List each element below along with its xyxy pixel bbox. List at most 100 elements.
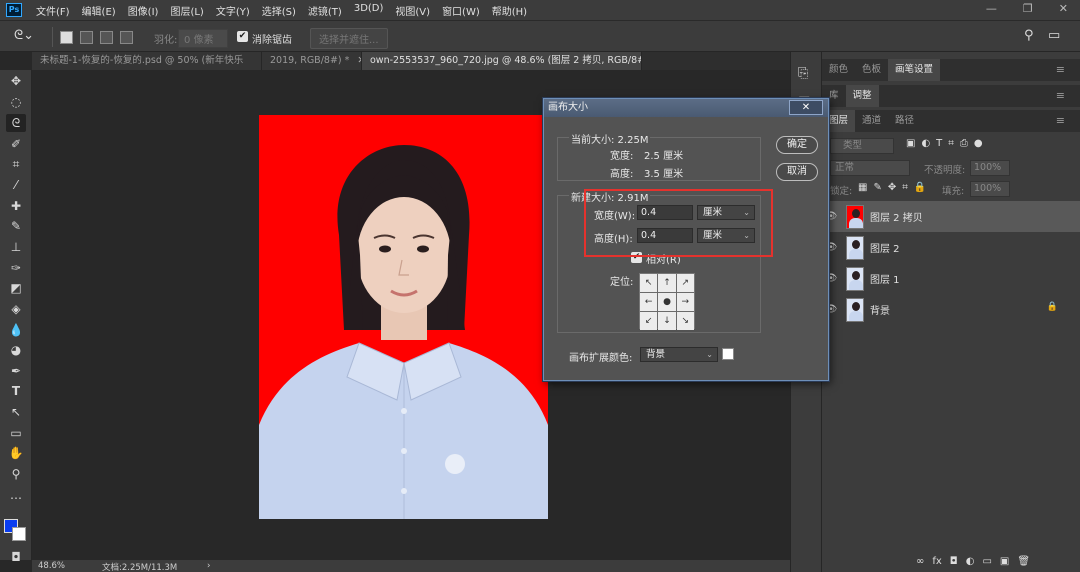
new-layer-icon[interactable]: ▣ [1000, 556, 1009, 567]
menu-item[interactable]: 滤镜(T) [302, 3, 348, 18]
trash-icon[interactable]: 🗑 [1017, 556, 1030, 567]
tab-doc-1-suffix[interactable]: 2019, RGB/8#) *✕ [262, 52, 362, 70]
fx-icon[interactable]: fx [932, 556, 941, 567]
anchor-top-right[interactable]: ↗ [676, 274, 694, 292]
cancel-button[interactable]: 取消 [776, 163, 818, 181]
anchor-center[interactable]: ● [658, 293, 676, 311]
link-layers-icon[interactable]: ∞ [916, 556, 924, 567]
move-tool-icon[interactable]: ✥ [6, 72, 26, 90]
anchor-left[interactable]: ← [640, 293, 658, 311]
layer-row[interactable]: 👁 图层 2 [822, 232, 1080, 263]
menu-item[interactable]: 编辑(E) [76, 3, 122, 18]
ext-color-select[interactable]: 背景 ⌄ [640, 347, 718, 362]
status-bar: 48.6% 文档:2.25M/11.3M › [32, 560, 790, 572]
add-selection-icon[interactable] [80, 31, 93, 44]
tab-doc-2[interactable]: own-2553537_960_720.jpg @ 48.6% (图层 2 拷贝… [362, 52, 642, 70]
brush-tool-icon[interactable]: ✎ [6, 217, 26, 235]
rectangle-tool-icon[interactable]: ▭ [6, 424, 26, 442]
crop-tool-icon[interactable]: ⌗ [6, 155, 26, 173]
workspace-icon[interactable]: ▭ [1048, 28, 1060, 43]
layer-thumbnail [846, 297, 864, 322]
menu-item[interactable]: 帮助(H) [486, 3, 533, 18]
minimize-button[interactable]: — [980, 2, 1003, 15]
menu-item[interactable]: 3D(D) [348, 3, 390, 18]
blur-tool-icon[interactable]: 💧 [6, 321, 26, 339]
filter-icons[interactable]: ▣◐T⌗⎙● [906, 138, 989, 149]
pen-tool-icon[interactable]: ✒ [6, 362, 26, 380]
feather-input[interactable]: 0 像素 [178, 29, 228, 48]
path-select-icon[interactable]: ↖ [6, 403, 26, 421]
tab-adjustments[interactable]: 调整 [845, 85, 879, 107]
layer-row[interactable]: 👁 图层 2 拷贝 [822, 201, 1080, 232]
close-window-button[interactable]: ✕ [1053, 2, 1074, 15]
stamp-tool-icon[interactable]: ⊥ [6, 238, 26, 256]
group-icon[interactable]: ▭ [982, 556, 991, 567]
tab-doc-1[interactable]: 未标题-1-恢复的-恢复的.psd @ 50% (新年快乐 [32, 52, 262, 70]
anchor-top[interactable]: ↑ [658, 274, 676, 292]
eyedropper-tool-icon[interactable]: ⁄ [6, 176, 26, 194]
panel-menu-icon[interactable]: ≡ [1049, 85, 1072, 107]
panel-menu-icon[interactable]: ≡ [1049, 59, 1072, 81]
lock-icon: 🔒 [1046, 302, 1058, 312]
zoom-tool-icon[interactable]: ⚲ [6, 465, 26, 483]
subtract-selection-icon[interactable] [100, 31, 113, 44]
tab-channels[interactable]: 通道 [855, 110, 888, 132]
new-selection-icon[interactable] [60, 31, 73, 44]
tab-swatches[interactable]: 色板 [855, 59, 888, 81]
layer-name: 图层 1 [870, 275, 900, 286]
anchor-top-left[interactable]: ↖ [640, 274, 658, 292]
intersect-selection-icon[interactable] [120, 31, 133, 44]
layer-thumbnail [846, 204, 864, 229]
current-size-label: 当前大小: 2.25M [569, 131, 651, 146]
layer-row[interactable]: 👁 图层 1 [822, 263, 1080, 294]
dialog-titlebar: 画布大小 ✕ [544, 99, 828, 117]
lock-icons[interactable]: ▦✎✥⌗🔒 [858, 182, 932, 193]
tab-color[interactable]: 颜色 [822, 59, 855, 81]
eraser-tool-icon[interactable]: ◩ [6, 279, 26, 297]
status-menu-arrow[interactable]: › [207, 561, 210, 571]
menu-item[interactable]: 视图(V) [389, 3, 436, 18]
hand-tool-icon[interactable]: ✋ [6, 444, 26, 462]
panel-menu-icon[interactable]: ≡ [1049, 110, 1072, 132]
fill-input[interactable]: 100% [970, 181, 1010, 197]
anchor-right[interactable]: → [676, 293, 694, 311]
menu-item[interactable]: 图层(L) [164, 3, 209, 18]
more-tools-icon[interactable]: … [6, 486, 26, 504]
adjustment-icon[interactable]: ◐ [966, 556, 975, 567]
restore-button[interactable]: ❐ [1017, 2, 1039, 15]
anchor-bottom[interactable]: ↓ [658, 312, 676, 330]
anchor-bottom-left[interactable]: ↙ [640, 312, 658, 330]
lasso-tool-icon[interactable]: ᘓ [6, 114, 26, 132]
menu-item[interactable]: 文件(F) [30, 3, 76, 18]
dodge-tool-icon[interactable]: ◕ [6, 341, 26, 359]
background-color-swatch[interactable] [12, 527, 26, 541]
type-tool-icon[interactable]: T [6, 382, 26, 400]
quick-select-tool-icon[interactable]: ✐ [6, 135, 26, 153]
tab-brush-settings[interactable]: 画笔设置 [888, 59, 941, 81]
tab-paths[interactable]: 路径 [888, 110, 921, 132]
layer-filter-select[interactable]: 类型 [830, 138, 894, 154]
mask-icon[interactable]: ◘ [950, 556, 958, 567]
healing-tool-icon[interactable]: ✚ [6, 197, 26, 215]
lasso-icon[interactable]: ᘓ⌄ [14, 28, 34, 43]
ok-button[interactable]: 确定 [776, 136, 818, 154]
layer-row[interactable]: 👁 背景 🔒 [822, 294, 1080, 325]
marquee-tool-icon[interactable]: ◌ [6, 93, 26, 111]
search-icon[interactable]: ⚲ [1024, 28, 1034, 43]
menu-item[interactable]: 窗口(W) [436, 3, 486, 18]
opacity-input[interactable]: 100% [970, 160, 1010, 176]
close-dialog-button[interactable]: ✕ [789, 100, 823, 115]
menu-item[interactable]: 文字(Y) [210, 3, 256, 18]
zoom-level[interactable]: 48.6% [38, 561, 65, 571]
quick-mask-icon[interactable]: ◘ [6, 548, 26, 566]
bucket-tool-icon[interactable]: ◈ [6, 300, 26, 318]
select-and-mask-button[interactable]: 选择并遮住... [310, 28, 388, 49]
history-brush-icon[interactable]: ✑ [6, 259, 26, 277]
menu-item[interactable]: 选择(S) [256, 3, 302, 18]
menu-item[interactable]: 图像(I) [122, 3, 165, 18]
anchor-bottom-right[interactable]: ↘ [676, 312, 694, 330]
ext-color-swatch[interactable] [722, 348, 734, 360]
antialias-checkbox[interactable]: ✔ [237, 31, 248, 42]
blend-mode-select[interactable]: 正常 [830, 160, 910, 176]
history-panel-icon[interactable]: ⎘ [798, 66, 808, 81]
